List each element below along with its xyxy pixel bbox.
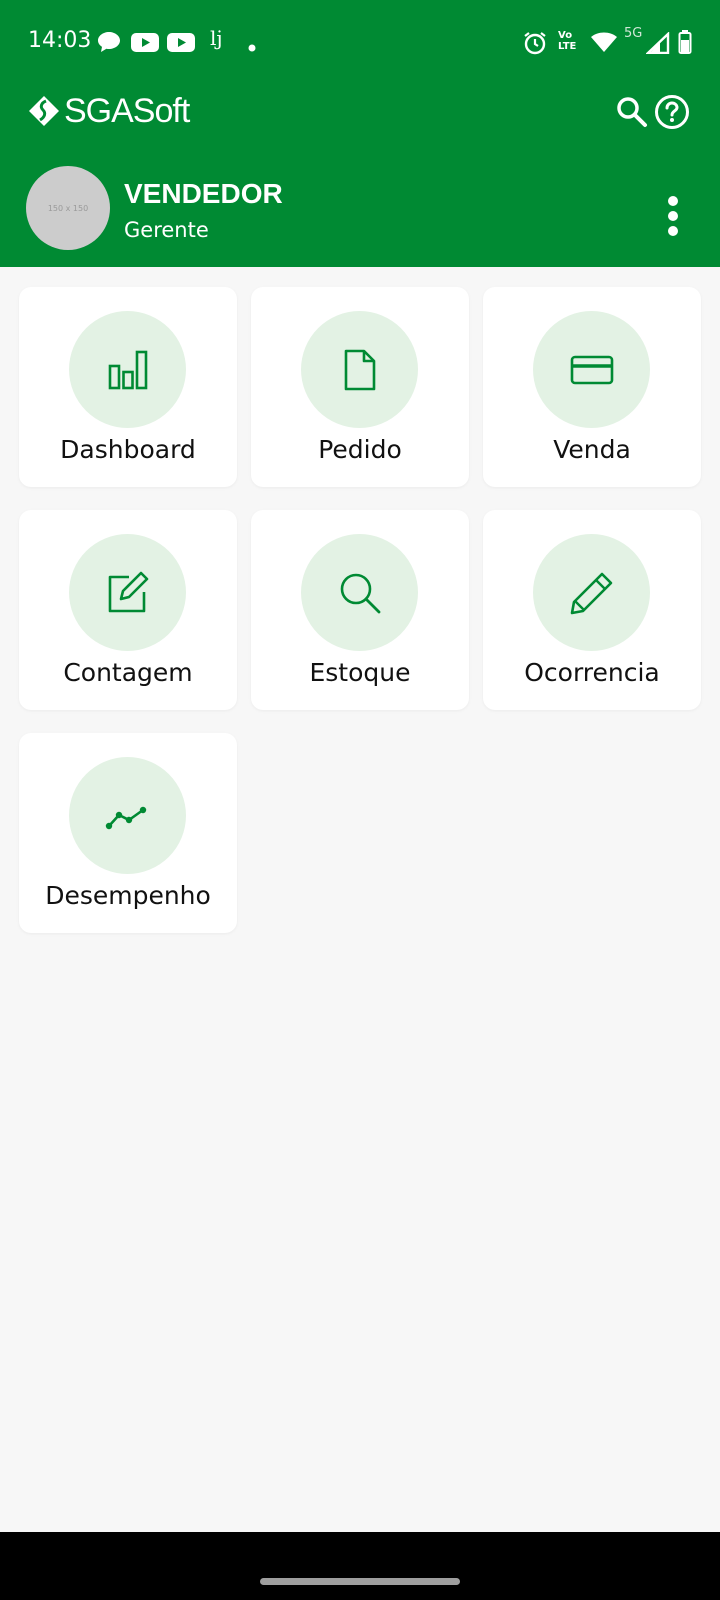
menu-card-label: Venda xyxy=(553,435,631,464)
menu-card-estoque[interactable]: Estoque xyxy=(251,510,469,710)
icon-circle xyxy=(533,311,650,428)
app-header: 14:03 lj Vo LTE 5G SGASoft 150 x 150 VEN… xyxy=(0,0,720,267)
search-button[interactable] xyxy=(614,94,650,130)
document-icon xyxy=(344,349,375,390)
app-bar: SGASoft xyxy=(0,88,720,138)
icon-circle xyxy=(69,757,186,874)
menu-card-ocorrencia[interactable]: Ocorrencia xyxy=(483,510,701,710)
status-time: 14:03 xyxy=(28,28,92,53)
user-role: Gerente xyxy=(124,218,209,242)
help-icon xyxy=(655,95,689,129)
icon-circle xyxy=(533,534,650,651)
wifi-icon xyxy=(590,31,618,57)
menu-card-label: Estoque xyxy=(309,658,411,687)
dot xyxy=(668,226,678,236)
avatar-placeholder-text: 150 x 150 xyxy=(47,203,89,213)
credit-card-icon xyxy=(570,355,613,384)
volte-bottom-label: LTE xyxy=(558,41,577,52)
chat-bubble-icon xyxy=(96,30,122,58)
menu-card-pedido[interactable]: Pedido xyxy=(251,287,469,487)
system-nav-bar xyxy=(0,1532,720,1600)
user-profile: 150 x 150 VENDEDOR Gerente xyxy=(0,166,720,250)
dot xyxy=(668,211,678,221)
avatar: 150 x 150 xyxy=(26,166,110,250)
menu-card-desempenho[interactable]: Desempenho xyxy=(19,733,237,933)
5g-icon: 5G xyxy=(624,26,643,41)
app-lj-icon: lj xyxy=(210,26,223,50)
pencil-icon xyxy=(570,572,612,614)
menu-card-contagem[interactable]: Contagem xyxy=(19,510,237,710)
sgasoft-logo: SGASoft xyxy=(28,90,190,132)
menu-card-label: Contagem xyxy=(63,658,193,687)
more-options-button[interactable] xyxy=(656,194,690,238)
signal-icon xyxy=(644,31,670,58)
volte-top-label: Vo xyxy=(558,30,573,41)
alarm-icon xyxy=(522,30,548,60)
menu-card-label: Ocorrencia xyxy=(524,658,660,687)
bar-chart-icon xyxy=(108,350,147,389)
dot xyxy=(668,196,678,206)
search-icon xyxy=(340,573,380,613)
menu-card-venda[interactable]: Venda xyxy=(483,287,701,487)
youtube-icon xyxy=(166,30,196,58)
menu-card-label: Pedido xyxy=(318,435,402,464)
search-icon xyxy=(617,97,647,127)
status-bar: 14:03 lj Vo LTE 5G xyxy=(0,22,720,62)
edit-square-icon xyxy=(108,571,148,612)
logo-text: SGASoft xyxy=(64,91,190,130)
logo-diamond-icon xyxy=(29,96,59,126)
line-trend-icon xyxy=(105,806,146,829)
volte-icon: Vo LTE xyxy=(558,30,584,52)
icon-circle xyxy=(69,534,186,651)
menu-card-dashboard[interactable]: Dashboard xyxy=(19,287,237,487)
home-gesture-handle[interactable] xyxy=(260,1578,460,1585)
notification-dot-icon xyxy=(248,37,256,56)
menu-card-label: Dashboard xyxy=(60,435,196,464)
battery-icon xyxy=(678,30,692,58)
icon-circle xyxy=(301,311,418,428)
youtube-icon xyxy=(130,30,160,58)
icon-circle xyxy=(301,534,418,651)
help-button[interactable] xyxy=(654,94,690,130)
menu-card-label: Desempenho xyxy=(45,881,211,910)
user-name: VENDEDOR xyxy=(124,178,283,209)
icon-circle xyxy=(69,311,186,428)
